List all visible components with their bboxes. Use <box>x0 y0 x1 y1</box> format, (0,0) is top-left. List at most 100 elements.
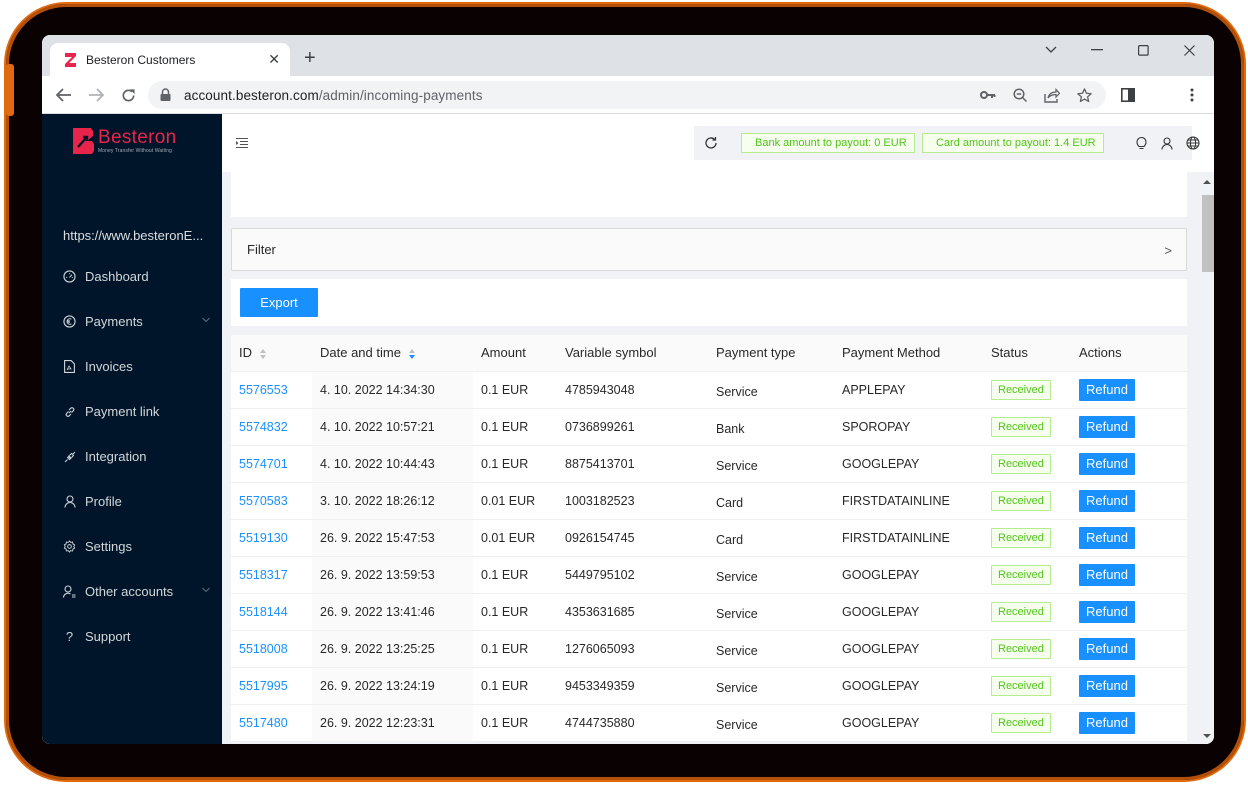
refresh-icon[interactable] <box>704 136 718 150</box>
browser-menu-kebab-icon[interactable] <box>1182 85 1202 105</box>
forward-arrow-icon[interactable] <box>86 85 106 105</box>
reload-icon[interactable] <box>118 85 138 105</box>
column-label: Date and time <box>320 345 401 361</box>
column-header-date[interactable]: Date and time <box>312 335 473 372</box>
cell-variable-symbol: 4353631685 <box>557 593 708 631</box>
refund-button[interactable]: Refund <box>1079 563 1135 586</box>
share-icon[interactable] <box>1044 87 1060 103</box>
refund-button[interactable]: Refund <box>1079 378 1135 401</box>
cell-payment-type: Service <box>708 593 834 631</box>
tab-search-chevron-icon[interactable] <box>1036 41 1066 59</box>
sort-icon[interactable] <box>259 348 267 360</box>
payment-id-link[interactable]: 5518144 <box>239 605 288 619</box>
table-row: 5518144 26. 9. 2022 13:41:46 0.1 EUR 435363… <box>231 593 1187 631</box>
table-row: 5576553 4. 10. 2022 14:34:30 0.1 EUR 478594… <box>231 371 1187 409</box>
merchant-site: https://www.besteronE... <box>63 228 204 243</box>
bulb-icon[interactable] <box>1134 136 1148 150</box>
payment-id-link[interactable]: 5574832 <box>239 420 288 434</box>
sidebar-item-payment-link[interactable]: Payment link <box>42 389 222 434</box>
globe-language-icon[interactable] <box>1186 136 1200 150</box>
cell-payment-method: FIRSTDATAINLINE <box>834 519 983 557</box>
bookmark-star-icon[interactable] <box>1076 87 1092 103</box>
window-close-icon[interactable] <box>1174 41 1204 59</box>
refund-button[interactable]: Refund <box>1079 489 1135 512</box>
page-scrollbar[interactable] <box>1200 172 1214 744</box>
cell-status: Received <box>983 408 1071 446</box>
sidebar-item-payments[interactable]: Payments <box>42 299 222 344</box>
back-arrow-icon[interactable] <box>54 85 74 105</box>
cell-status: Received <box>983 445 1071 483</box>
refund-button[interactable]: Refund <box>1079 637 1135 660</box>
cell-date: 3. 10. 2022 18:26:12 <box>312 482 473 520</box>
payment-id-link[interactable]: 5576553 <box>239 383 288 397</box>
url-path: /admin/incoming-payments <box>318 87 483 103</box>
payout-summary: Bank amount to payout: 0 EUR Card amount… <box>694 126 1192 160</box>
cell-date: 26. 9. 2022 13:24:19 <box>312 667 473 705</box>
cell-payment-type: Service <box>708 630 834 668</box>
cell-actions: Refund <box>1071 556 1187 594</box>
address-bar[interactable]: account.besteron.com/admin/incoming-paym… <box>148 81 1106 109</box>
password-key-icon[interactable] <box>980 87 996 103</box>
status-badge: Received <box>991 564 1051 585</box>
sidebar-item-invoices[interactable]: Invoices <box>42 344 222 389</box>
zoom-out-icon[interactable] <box>1012 87 1028 103</box>
sidebar-item-other-accounts[interactable]: Other accounts <box>42 569 222 614</box>
sidebar-item-integration[interactable]: Integration <box>42 434 222 479</box>
user-account-icon[interactable] <box>1160 136 1174 150</box>
cell-variable-symbol: 1276065093 <box>557 630 708 668</box>
app-header: Bank amount to payout: 0 EUR Card amount… <box>222 114 1214 172</box>
cell-variable-symbol: 5449795102 <box>557 556 708 594</box>
refund-button[interactable]: Refund <box>1079 711 1135 734</box>
browser-tab[interactable]: Besteron Customers ✕ <box>50 43 290 76</box>
status-badge: Received <box>991 675 1051 696</box>
payment-id-link[interactable]: 5570583 <box>239 494 288 508</box>
cell-payment-type: Service <box>708 445 834 483</box>
new-tab-button[interactable]: + <box>304 48 316 68</box>
side-panel-icon[interactable] <box>1118 85 1138 105</box>
column-header-id[interactable]: ID <box>231 335 312 372</box>
filter-collapse[interactable]: Filter > <box>231 228 1187 271</box>
payment-id-link[interactable]: 5518008 <box>239 642 288 656</box>
sidebar-item-support[interactable]: ? Support <box>42 614 222 659</box>
card-payout-tag: Card amount to payout: 1.4 EUR <box>922 133 1104 153</box>
cell-actions: Refund <box>1071 630 1187 668</box>
payment-id-link[interactable]: 5517995 <box>239 679 288 693</box>
status-badge: Received <box>991 416 1051 437</box>
cell-id: 5574701 <box>231 445 312 483</box>
cell-status: Received <box>983 556 1071 594</box>
tab-close-icon[interactable]: ✕ <box>268 51 280 68</box>
refund-button[interactable]: Refund <box>1079 600 1135 623</box>
cell-payment-method: GOOGLEPAY <box>834 704 983 742</box>
cell-payment-method: GOOGLEPAY <box>834 593 983 631</box>
menu-fold-icon[interactable] <box>236 137 248 149</box>
besteron-logo[interactable]: Besteron Money Transfer Without Waiting <box>72 128 176 154</box>
cell-amount: 0.1 EUR <box>473 667 557 705</box>
sort-descending-icon[interactable] <box>408 348 416 360</box>
refund-button[interactable]: Refund <box>1079 452 1135 475</box>
refund-button[interactable]: Refund <box>1079 526 1135 549</box>
payment-id-link[interactable]: 5517480 <box>239 716 288 730</box>
payment-id-link[interactable]: 5518317 <box>239 568 288 582</box>
cell-payment-method: APPLEPAY <box>834 371 983 409</box>
scrollbar-thumb[interactable] <box>1202 195 1214 272</box>
maximize-icon[interactable] <box>1128 41 1158 59</box>
export-button[interactable]: Export <box>240 288 318 317</box>
sidebar-item-dashboard[interactable]: Dashboard <box>42 254 222 299</box>
refund-button[interactable]: Refund <box>1079 415 1135 438</box>
scroll-up-arrow-icon[interactable] <box>1203 180 1211 184</box>
sidebar-item-profile[interactable]: Profile <box>42 479 222 524</box>
minimize-icon[interactable] <box>1082 41 1112 59</box>
cell-amount: 0.01 EUR <box>473 482 557 520</box>
sidebar-item-settings[interactable]: Settings <box>42 524 222 569</box>
column-header-payment-method: Payment Method <box>834 335 983 372</box>
sidebar-item-label: Other accounts <box>85 584 174 599</box>
refund-button[interactable]: Refund <box>1079 674 1135 697</box>
scroll-down-arrow-icon[interactable] <box>1203 734 1211 738</box>
payment-id-link[interactable]: 5519130 <box>239 531 288 545</box>
table-row: 5518317 26. 9. 2022 13:59:53 0.1 EUR 544979… <box>231 556 1187 594</box>
payment-id-link[interactable]: 5574701 <box>239 457 288 471</box>
status-badge: Received <box>991 638 1051 659</box>
column-label: ID <box>239 345 252 361</box>
cell-id: 5518008 <box>231 630 312 668</box>
cell-amount: 0.1 EUR <box>473 445 557 483</box>
